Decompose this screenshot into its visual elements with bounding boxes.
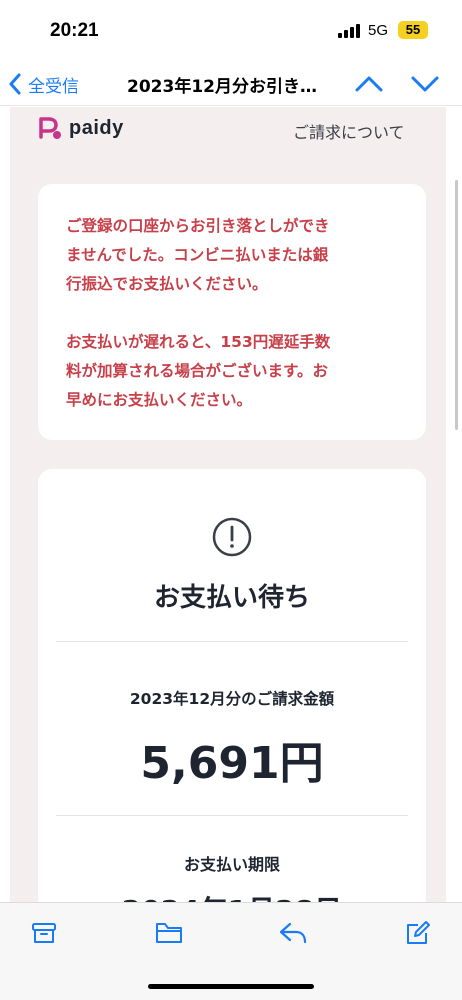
paidy-logo-icon	[39, 117, 61, 139]
reply-button[interactable]	[278, 919, 308, 951]
amount-value: 5,691円	[140, 738, 324, 789]
chevron-left-icon	[9, 73, 21, 95]
warning-line: 行振込でお支払いください。	[66, 275, 268, 293]
warning-line: 早めにお支払いください。	[66, 391, 253, 409]
scroll-indicator[interactable]	[455, 180, 458, 430]
payment-status-card: お支払い待ち 2023年12月分のご請求金額 5,691円 お支払い期限 202…	[38, 469, 426, 902]
back-button[interactable]: 全受信	[8, 68, 79, 100]
email-body[interactable]: paidy ご請求について ご登録の口座からお引き落としができ ませんでした。コ…	[10, 107, 446, 902]
divider	[56, 815, 408, 816]
battery-level: 55	[398, 21, 428, 39]
warning-line: ませんでした。コンビニ払いまたは銀	[66, 246, 329, 264]
due-date-value: 2024年1月28日	[38, 889, 426, 902]
folder-icon	[156, 923, 182, 943]
warning-line: ご登録の口座からお引き落としができ	[66, 217, 330, 235]
divider	[56, 641, 408, 642]
alert-circle-icon	[212, 517, 252, 557]
compose-icon	[407, 921, 430, 944]
back-button-label: 全受信	[28, 76, 79, 97]
chevron-up-icon	[355, 76, 383, 92]
compose-button[interactable]	[404, 919, 432, 951]
paidy-wordmark: paidy	[69, 116, 124, 139]
cellular-signal-icon	[338, 24, 362, 38]
payment-warning-card: ご登録の口座からお引き落としができ ませんでした。コンビニ払いまたは銀 行振込で…	[38, 184, 426, 440]
status-time: 20:21	[50, 20, 99, 41]
message-subject-title: 2023年12月分お引き…	[127, 77, 317, 97]
network-type: 5G	[368, 22, 389, 39]
move-to-folder-button[interactable]	[154, 919, 184, 951]
mail-navigation-bar: 全受信 2023年12月分お引き…	[0, 62, 462, 106]
warning-line: 料が加算される場合がございます。お	[66, 362, 328, 380]
reply-icon	[279, 922, 307, 944]
payment-status-heading: お支払い待ち	[153, 583, 310, 613]
warning-paragraph: ご登録の口座からお引き落としができ ませんでした。コンビニ払いまたは銀 行振込で…	[66, 212, 400, 299]
status-bar: 20:21 5G 55	[0, 0, 462, 62]
due-date-label: お支払い期限	[183, 855, 280, 874]
archive-icon	[32, 923, 56, 943]
amount-label: 2023年12月分のご請求金額	[129, 690, 335, 708]
warning-line: お支払いが遅れると、153円遅延手数	[66, 333, 331, 351]
home-indicator[interactable]	[148, 984, 314, 989]
late-fee-paragraph: お支払いが遅れると、153円遅延手数 料が加算される場合がございます。お 早めに…	[66, 328, 400, 415]
next-message-button[interactable]	[410, 70, 440, 102]
chevron-down-icon	[411, 76, 439, 92]
billing-info-link[interactable]: ご請求について	[293, 119, 405, 143]
previous-message-button[interactable]	[354, 70, 384, 102]
paidy-logo: paidy	[37, 115, 124, 141]
archive-button[interactable]	[30, 919, 58, 951]
